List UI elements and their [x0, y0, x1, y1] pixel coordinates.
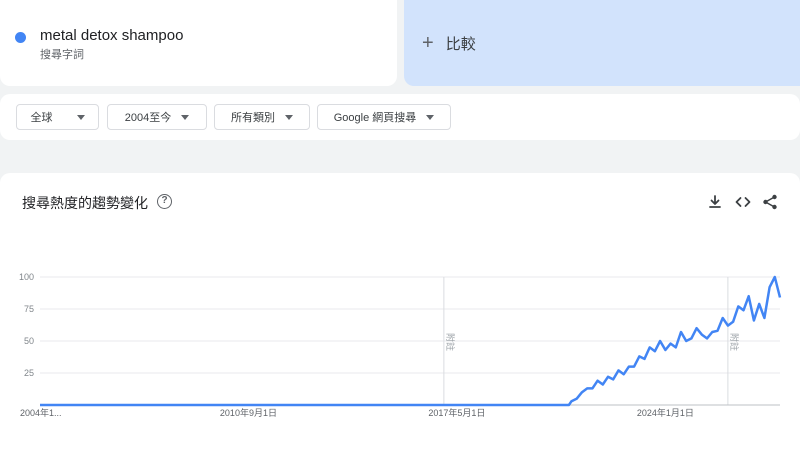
trend-chart: 100 75 50 25 附註 附註 2004年1... 2010年9月1日 2017年5月… [19, 272, 782, 418]
plus-icon: + [422, 32, 434, 54]
search-type-filter-label: Google 網頁搜尋 [333, 112, 417, 124]
filter-bar: 全球 2004至今 所有類別 Google 網頁搜尋 [0, 94, 800, 140]
y-tick-label: 100 [19, 272, 34, 282]
category-filter-label: 所有類別 [231, 112, 275, 124]
caret-down-icon [426, 114, 435, 120]
search-term-name[interactable]: metal detox shampoo [40, 27, 183, 44]
region-filter[interactable]: 全球 [16, 104, 99, 130]
y-tick-label: 25 [24, 368, 34, 378]
compare-button[interactable]: + 比較 [404, 0, 800, 86]
x-tick-label: 2017年5月1日 [428, 407, 485, 418]
x-tick-label: 2024年1月1日 [637, 407, 694, 418]
annotation-label: 附註 [444, 333, 456, 351]
search-term-type: 搜尋字詞 [40, 49, 84, 61]
x-tick-label: 2010年9月1日 [220, 407, 277, 418]
annotation-label: 附註 [728, 333, 740, 351]
series-color-dot [15, 32, 26, 43]
y-tick-label: 50 [24, 336, 34, 346]
caret-down-icon [181, 114, 190, 120]
y-tick-label: 75 [24, 304, 34, 314]
caret-down-icon [76, 114, 85, 120]
region-filter-label: 全球 [30, 112, 53, 124]
time-range-filter[interactable]: 2004至今 [107, 104, 207, 130]
compare-label: 比較 [445, 35, 476, 53]
search-term-card[interactable]: metal detox shampoo 搜尋字詞 [0, 0, 397, 86]
time-range-filter-label: 2004至今 [124, 112, 172, 124]
x-tick-label: 2004年1... [20, 407, 62, 418]
category-filter[interactable]: 所有類別 [214, 104, 310, 130]
caret-down-icon [285, 114, 293, 120]
interest-over-time-panel: 搜尋熱度的趨勢變化 ? 100 75 50 25 附註 附註 2004年1... 2010… [0, 173, 800, 465]
search-type-filter[interactable]: Google 網頁搜尋 [317, 104, 451, 130]
